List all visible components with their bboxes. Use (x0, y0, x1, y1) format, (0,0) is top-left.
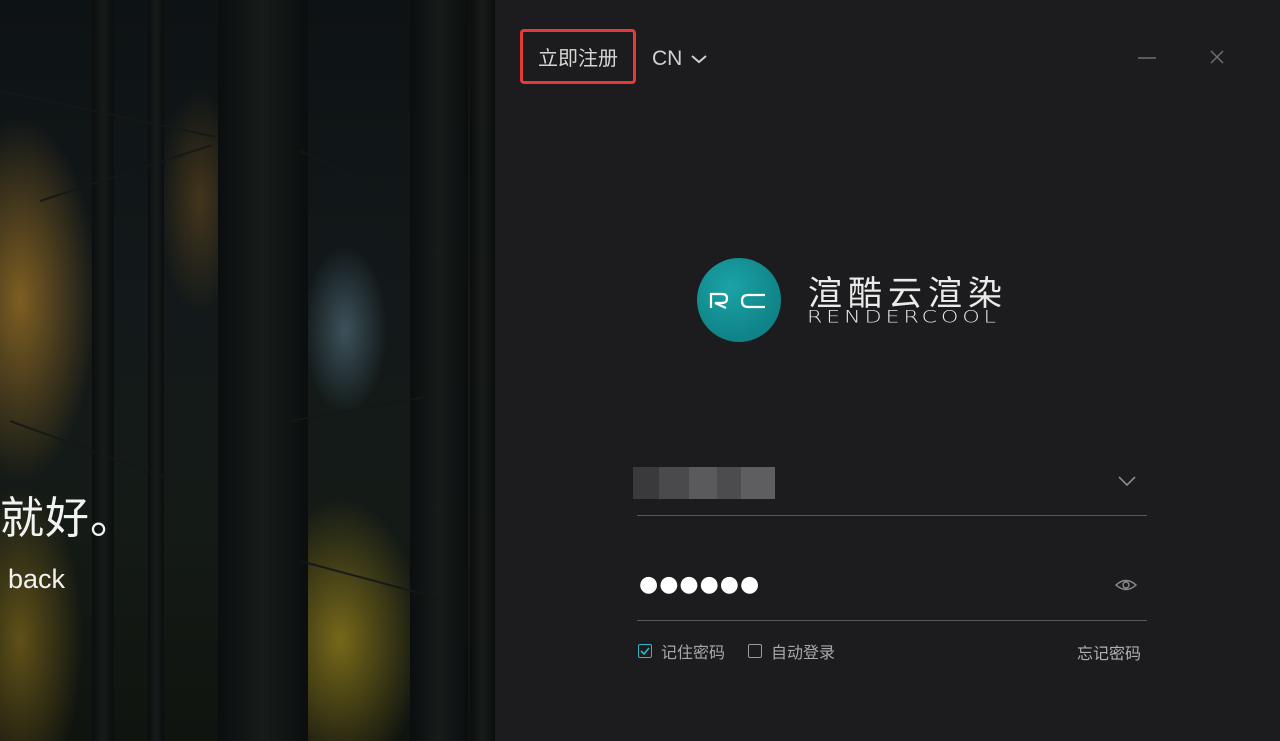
auto-login-option[interactable]: 自动登录 (748, 640, 835, 662)
tree-trunk (218, 0, 308, 741)
brand-name-english: RENDERCOOL (807, 308, 1000, 327)
auto-login-label: 自动登录 (771, 643, 836, 662)
account-dropdown-button[interactable] (1117, 473, 1137, 492)
minimize-icon (1138, 57, 1156, 59)
username-field[interactable] (633, 455, 1147, 516)
auto-login-checkbox[interactable] (748, 644, 762, 658)
tree-branch (299, 150, 410, 203)
check-icon (640, 647, 650, 655)
logo-mark (697, 258, 781, 342)
tree-trunk (470, 0, 495, 741)
close-button[interactable] (1204, 44, 1230, 70)
language-label: CN (652, 47, 683, 70)
tree-trunk (148, 0, 164, 741)
rc-logo-icon (709, 292, 765, 310)
remember-password-checkbox[interactable] (638, 644, 652, 658)
forgot-password-link[interactable]: 忘记密码 (1077, 640, 1141, 664)
chevron-down-icon (691, 55, 707, 64)
remember-password-label: 记住密码 (661, 643, 726, 662)
password-field[interactable]: ●●●●●● (637, 560, 1147, 621)
slogan-chinese: 就好。 (0, 493, 135, 544)
eye-icon (1114, 579, 1138, 591)
password-value: ●●●●●● (639, 572, 761, 597)
chevron-down-icon (1118, 476, 1136, 487)
slogan-english: back (8, 564, 66, 594)
minimize-button[interactable] (1134, 44, 1160, 70)
tree-branch (39, 144, 212, 202)
background-forest-image: 就好。 back (0, 0, 495, 741)
login-panel (495, 0, 1280, 741)
username-masked-value (633, 467, 775, 499)
show-password-button[interactable] (1114, 576, 1138, 598)
close-icon (1210, 50, 1224, 64)
remember-password-option[interactable]: 记住密码 (638, 640, 725, 662)
language-select[interactable]: CN (652, 44, 708, 74)
register-button[interactable]: 立即注册 (520, 29, 636, 84)
tree-trunk (410, 0, 468, 741)
